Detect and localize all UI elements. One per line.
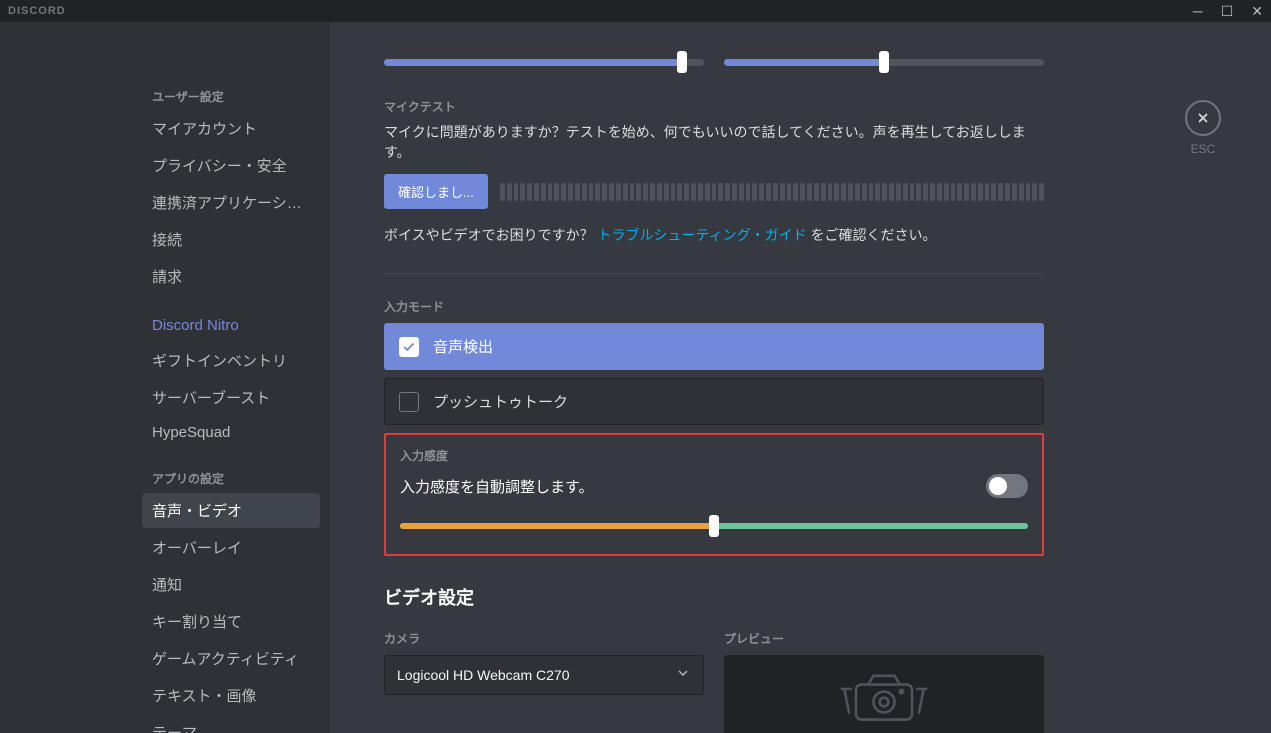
nav-connections-apps[interactable]: 連携済アプリケーショ... xyxy=(142,185,320,220)
titlebar: DISCORD ─ ☐ ✕ xyxy=(0,0,1271,22)
nav-nitro[interactable]: Discord Nitro xyxy=(142,310,320,341)
toggle-knob xyxy=(989,477,1007,495)
mic-test-button[interactable]: 確認しまし... xyxy=(384,174,488,209)
mic-level-meter xyxy=(500,183,1044,201)
input-volume-slider[interactable] xyxy=(384,52,704,72)
checkbox-icon xyxy=(399,392,419,412)
nav-keybinds[interactable]: キー割り当て xyxy=(142,604,320,639)
sensitivity-desc: 入力感度を自動調整します。 xyxy=(400,476,594,497)
camera-value: Logicool HD Webcam C270 xyxy=(397,667,570,683)
app-logo: DISCORD xyxy=(8,5,66,17)
sidebar-section-app: アプリの設定 xyxy=(142,464,320,493)
settings-sidebar: ユーザー設定 マイアカウント プライバシー・安全 連携済アプリケーショ... 接… xyxy=(0,22,330,733)
mic-test-desc: マイクに問題がありますか？テストを始め、何でもいいので話してください。声を再生し… xyxy=(384,123,1044,162)
nav-notifications[interactable]: 通知 xyxy=(142,567,320,602)
preview-label: プレビュー xyxy=(724,630,1044,647)
minimize-button[interactable]: ─ xyxy=(1193,3,1203,20)
maximize-button[interactable]: ☐ xyxy=(1221,3,1234,20)
settings-content: ESC マイクテスト マイクに問題がありますか？テストを始め、何でもいいので話し… xyxy=(330,22,1271,733)
checkbox-icon xyxy=(399,337,419,357)
output-volume-slider[interactable] xyxy=(724,52,1044,72)
input-mode-push-to-talk[interactable]: プッシュトゥトーク xyxy=(384,378,1044,425)
mic-test-label: マイクテスト xyxy=(384,98,1044,115)
auto-sensitivity-toggle[interactable] xyxy=(986,474,1028,498)
nav-voice-video[interactable]: 音声・ビデオ xyxy=(142,493,320,528)
sensitivity-highlight: 入力感度 入力感度を自動調整します。 xyxy=(384,433,1044,556)
troubleshoot-link[interactable]: トラブルシューティング・ガイド xyxy=(597,227,806,243)
window-controls: ─ ☐ ✕ xyxy=(1193,3,1263,20)
esc-label: ESC xyxy=(1185,142,1221,156)
camera-select[interactable]: Logicool HD Webcam C270 xyxy=(384,655,704,695)
nav-game-activity[interactable]: ゲームアクティビティ xyxy=(142,641,320,676)
chevron-down-icon xyxy=(675,665,691,686)
input-mode-voice-activity[interactable]: 音声検出 xyxy=(384,323,1044,370)
close-settings[interactable]: ESC xyxy=(1185,100,1221,156)
nav-my-account[interactable]: マイアカウント xyxy=(142,111,320,146)
troubleshoot-help: ボイスやビデオでお困りですか？ トラブルシューティング・ガイド をご確認ください… xyxy=(384,225,1044,245)
sensitivity-label: 入力感度 xyxy=(400,447,1028,464)
nav-overlay[interactable]: オーバーレイ xyxy=(142,530,320,565)
radio-label: プッシュトゥトーク xyxy=(433,391,568,412)
nav-privacy[interactable]: プライバシー・安全 xyxy=(142,148,320,183)
input-mode-label: 入力モード xyxy=(384,298,1044,315)
nav-server-boost[interactable]: サーバーブースト xyxy=(142,380,320,415)
close-icon[interactable] xyxy=(1185,100,1221,136)
camera-preview xyxy=(724,655,1044,733)
nav-theme[interactable]: テーマ xyxy=(142,715,320,733)
video-settings-title: ビデオ設定 xyxy=(384,584,1044,610)
radio-label: 音声検出 xyxy=(433,336,493,357)
nav-connections[interactable]: 接続 xyxy=(142,222,320,257)
nav-billing[interactable]: 請求 xyxy=(142,259,320,294)
close-button[interactable]: ✕ xyxy=(1251,3,1263,20)
sidebar-section-user: ユーザー設定 xyxy=(142,82,320,111)
nav-text-images[interactable]: テキスト・画像 xyxy=(142,678,320,713)
sensitivity-slider[interactable] xyxy=(400,516,1028,536)
nav-hypesquad[interactable]: HypeSquad xyxy=(142,417,320,448)
camera-label: カメラ xyxy=(384,630,704,647)
nav-gift-inventory[interactable]: ギフトインベントリ xyxy=(142,343,320,378)
divider xyxy=(384,273,1044,274)
camera-icon xyxy=(829,660,939,730)
